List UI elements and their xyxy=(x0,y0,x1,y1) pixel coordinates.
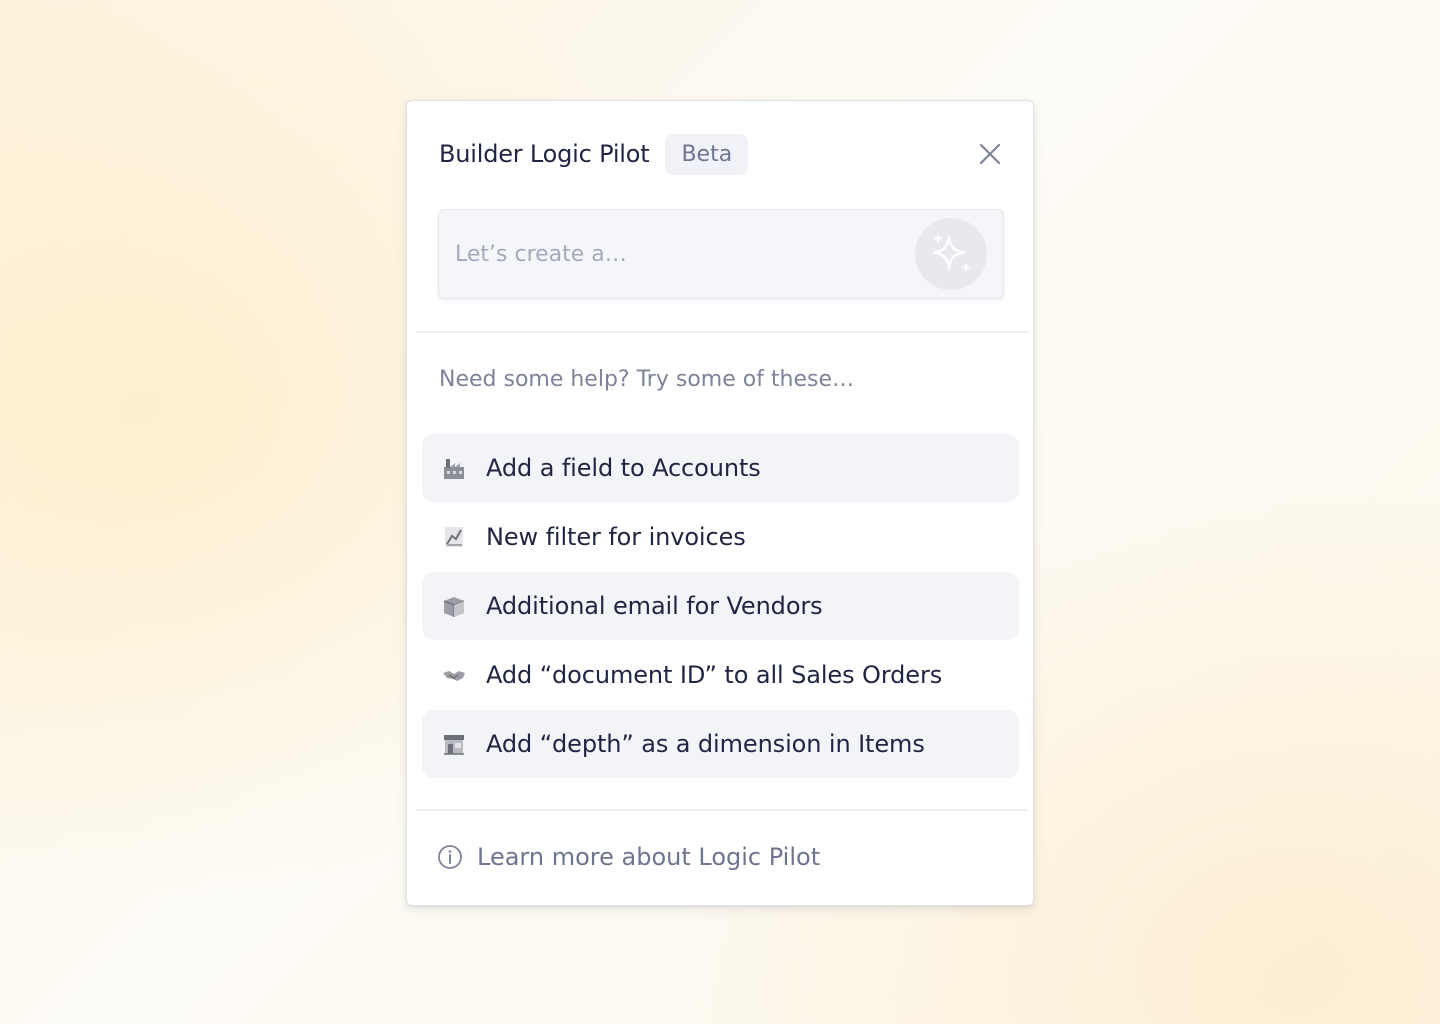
info-icon xyxy=(438,845,462,869)
beta-badge: Beta xyxy=(665,133,749,175)
suggestion-item[interactable]: New filter for invoices xyxy=(422,503,1019,571)
panel-header: Builder Logic Pilot Beta xyxy=(439,131,1005,177)
learn-more-label: Learn more about Logic Pilot xyxy=(477,843,821,871)
store-icon xyxy=(440,730,468,758)
divider-top xyxy=(415,331,1029,333)
suggestion-label: Additional email for Vendors xyxy=(486,592,823,620)
factory-icon xyxy=(440,454,468,482)
handshake-icon xyxy=(440,661,468,689)
suggestion-item[interactable]: Add a field to Accounts xyxy=(422,434,1019,502)
chart-icon xyxy=(440,523,468,551)
suggestion-item[interactable]: Add “depth” as a dimension in Items xyxy=(422,710,1019,778)
suggestion-list: Add a field to Accounts New filter for i… xyxy=(422,434,1019,779)
suggestion-label: Add a field to Accounts xyxy=(486,454,761,482)
help-text: Need some help? Try some of these… xyxy=(439,367,855,392)
suggestion-item[interactable]: Additional email for Vendors xyxy=(422,572,1019,640)
learn-more-link[interactable]: Learn more about Logic Pilot xyxy=(437,843,820,871)
close-button[interactable] xyxy=(975,139,1005,169)
generate-button[interactable] xyxy=(915,218,987,290)
prompt-input[interactable] xyxy=(455,210,895,298)
logic-pilot-panel: Builder Logic Pilot Beta Need some help?… xyxy=(406,100,1034,906)
box-icon xyxy=(440,592,468,620)
divider-bottom xyxy=(415,809,1029,811)
panel-title: Builder Logic Pilot xyxy=(439,140,650,168)
suggestion-item[interactable]: Add “document ID” to all Sales Orders xyxy=(422,641,1019,709)
prompt-box xyxy=(438,209,1004,299)
suggestion-label: Add “document ID” to all Sales Orders xyxy=(486,661,943,689)
close-icon xyxy=(979,143,1001,165)
sparkle-icon xyxy=(932,233,971,272)
suggestion-label: New filter for invoices xyxy=(486,523,746,551)
suggestion-label: Add “depth” as a dimension in Items xyxy=(486,730,925,758)
